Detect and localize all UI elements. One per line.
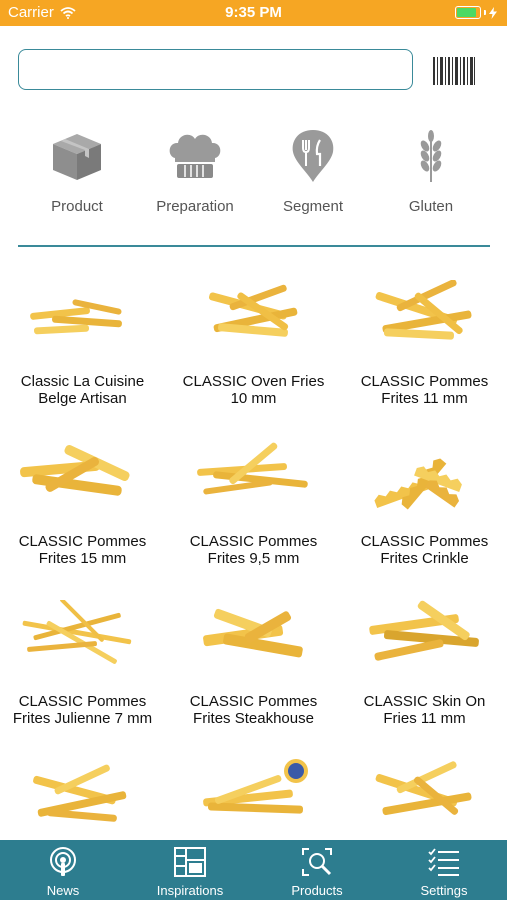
fries-image bbox=[22, 600, 132, 664]
filter-preparation[interactable]: Preparation bbox=[135, 120, 255, 225]
product-name: CLASSIC Pommes Frites Steakhouse bbox=[189, 693, 318, 727]
battery-nub bbox=[484, 10, 486, 15]
checklist-icon bbox=[428, 848, 459, 876]
product-name: Classic La Cuisine Belge Artisan bbox=[20, 373, 145, 407]
product-card[interactable]: CLASSIC Pommes Frites 11 mm bbox=[342, 270, 507, 430]
product-card[interactable]: CLASSIC Pommes Frites Steakhouse bbox=[171, 590, 336, 750]
podcast-icon bbox=[50, 847, 76, 876]
box-icon bbox=[53, 134, 101, 180]
filter-gluten-label: Gluten bbox=[408, 198, 454, 215]
product-name: CLASSIC Pommes Frites 9,5 mm bbox=[189, 533, 318, 567]
filter-product[interactable]: Product bbox=[17, 120, 137, 225]
product-card[interactable] bbox=[171, 750, 336, 840]
tab-products[interactable]: Products bbox=[254, 840, 380, 900]
tab-settings-label: Settings bbox=[420, 883, 468, 898]
fries-image bbox=[209, 284, 298, 337]
barcode-scan-icon[interactable] bbox=[432, 55, 476, 87]
product-card[interactable]: CLASSIC Pommes Frites 9,5 mm bbox=[171, 430, 336, 590]
fries-image bbox=[33, 764, 127, 822]
fries-image bbox=[197, 442, 308, 495]
fries-image bbox=[30, 299, 122, 335]
fries-image bbox=[20, 444, 130, 496]
fries-image bbox=[203, 608, 303, 658]
tab-inspirations-label: Inspirations bbox=[156, 883, 224, 898]
tab-settings[interactable]: Settings bbox=[381, 840, 507, 900]
product-card[interactable]: CLASSIC Pommes Frites Julienne 7 mm bbox=[0, 590, 165, 750]
fries-image bbox=[375, 280, 472, 340]
filter-product-label: Product bbox=[51, 198, 103, 215]
product-name: CLASSIC Oven Fries 10 mm bbox=[182, 373, 325, 407]
product-name: CLASSIC Skin On Fries 11 mm bbox=[363, 693, 486, 727]
filter-gluten[interactable]: Gluten bbox=[371, 120, 491, 225]
product-card[interactable] bbox=[0, 750, 165, 840]
filter-segment[interactable]: Segment bbox=[253, 120, 373, 225]
inspiration-board-icon bbox=[174, 847, 206, 877]
battery-indicator bbox=[455, 6, 497, 19]
product-card[interactable] bbox=[342, 750, 507, 840]
section-divider bbox=[18, 245, 490, 247]
product-card[interactable]: CLASSIC Oven Fries 10 mm bbox=[171, 270, 336, 430]
battery-icon bbox=[455, 6, 481, 19]
status-time: 9:35 PM bbox=[225, 4, 282, 21]
product-card[interactable]: CLASSIC Pommes Frites 15 mm bbox=[0, 430, 165, 590]
search-input[interactable] bbox=[18, 49, 413, 90]
wheat-icon bbox=[420, 130, 442, 182]
fries-image bbox=[369, 600, 479, 661]
product-name: CLASSIC Pommes Frites 11 mm bbox=[360, 373, 489, 407]
product-grid: Classic La Cuisine Belge Artisan CLASSIC… bbox=[0, 270, 507, 840]
filter-bar: Product Preparation Segment Gluten bbox=[0, 120, 507, 230]
product-search-icon bbox=[302, 848, 332, 876]
product-card[interactable]: CLASSIC Pommes Frites Crinkle bbox=[342, 430, 507, 590]
tab-inspirations[interactable]: Inspirations bbox=[127, 840, 253, 900]
tab-products-label: Products bbox=[291, 883, 343, 898]
product-card[interactable]: CLASSIC Skin On Fries 11 mm bbox=[342, 590, 507, 750]
product-card[interactable]: Classic La Cuisine Belge Artisan bbox=[0, 270, 165, 430]
fork-knife-pin-icon bbox=[292, 130, 334, 182]
crinkle-fries-image bbox=[374, 458, 462, 510]
product-name: CLASSIC Pommes Frites Julienne 7 mm bbox=[12, 693, 153, 727]
battery-fill bbox=[457, 8, 476, 17]
tab-news-label: News bbox=[46, 883, 80, 898]
status-bar: Carrier 9:35 PM bbox=[0, 0, 507, 26]
product-name: CLASSIC Pommes Frites Crinkle bbox=[360, 533, 489, 567]
charging-bolt-icon bbox=[489, 6, 497, 19]
tab-news[interactable]: News bbox=[0, 840, 126, 900]
fries-image bbox=[375, 761, 472, 816]
chef-hat-icon bbox=[169, 134, 221, 178]
product-name: CLASSIC Pommes Frites 15 mm bbox=[18, 533, 147, 567]
quality-seal-icon bbox=[284, 759, 308, 783]
filter-segment-label: Segment bbox=[282, 198, 344, 215]
filter-preparation-label: Preparation bbox=[156, 198, 234, 215]
tab-bar: News Inspirations Products Settings bbox=[0, 840, 507, 900]
